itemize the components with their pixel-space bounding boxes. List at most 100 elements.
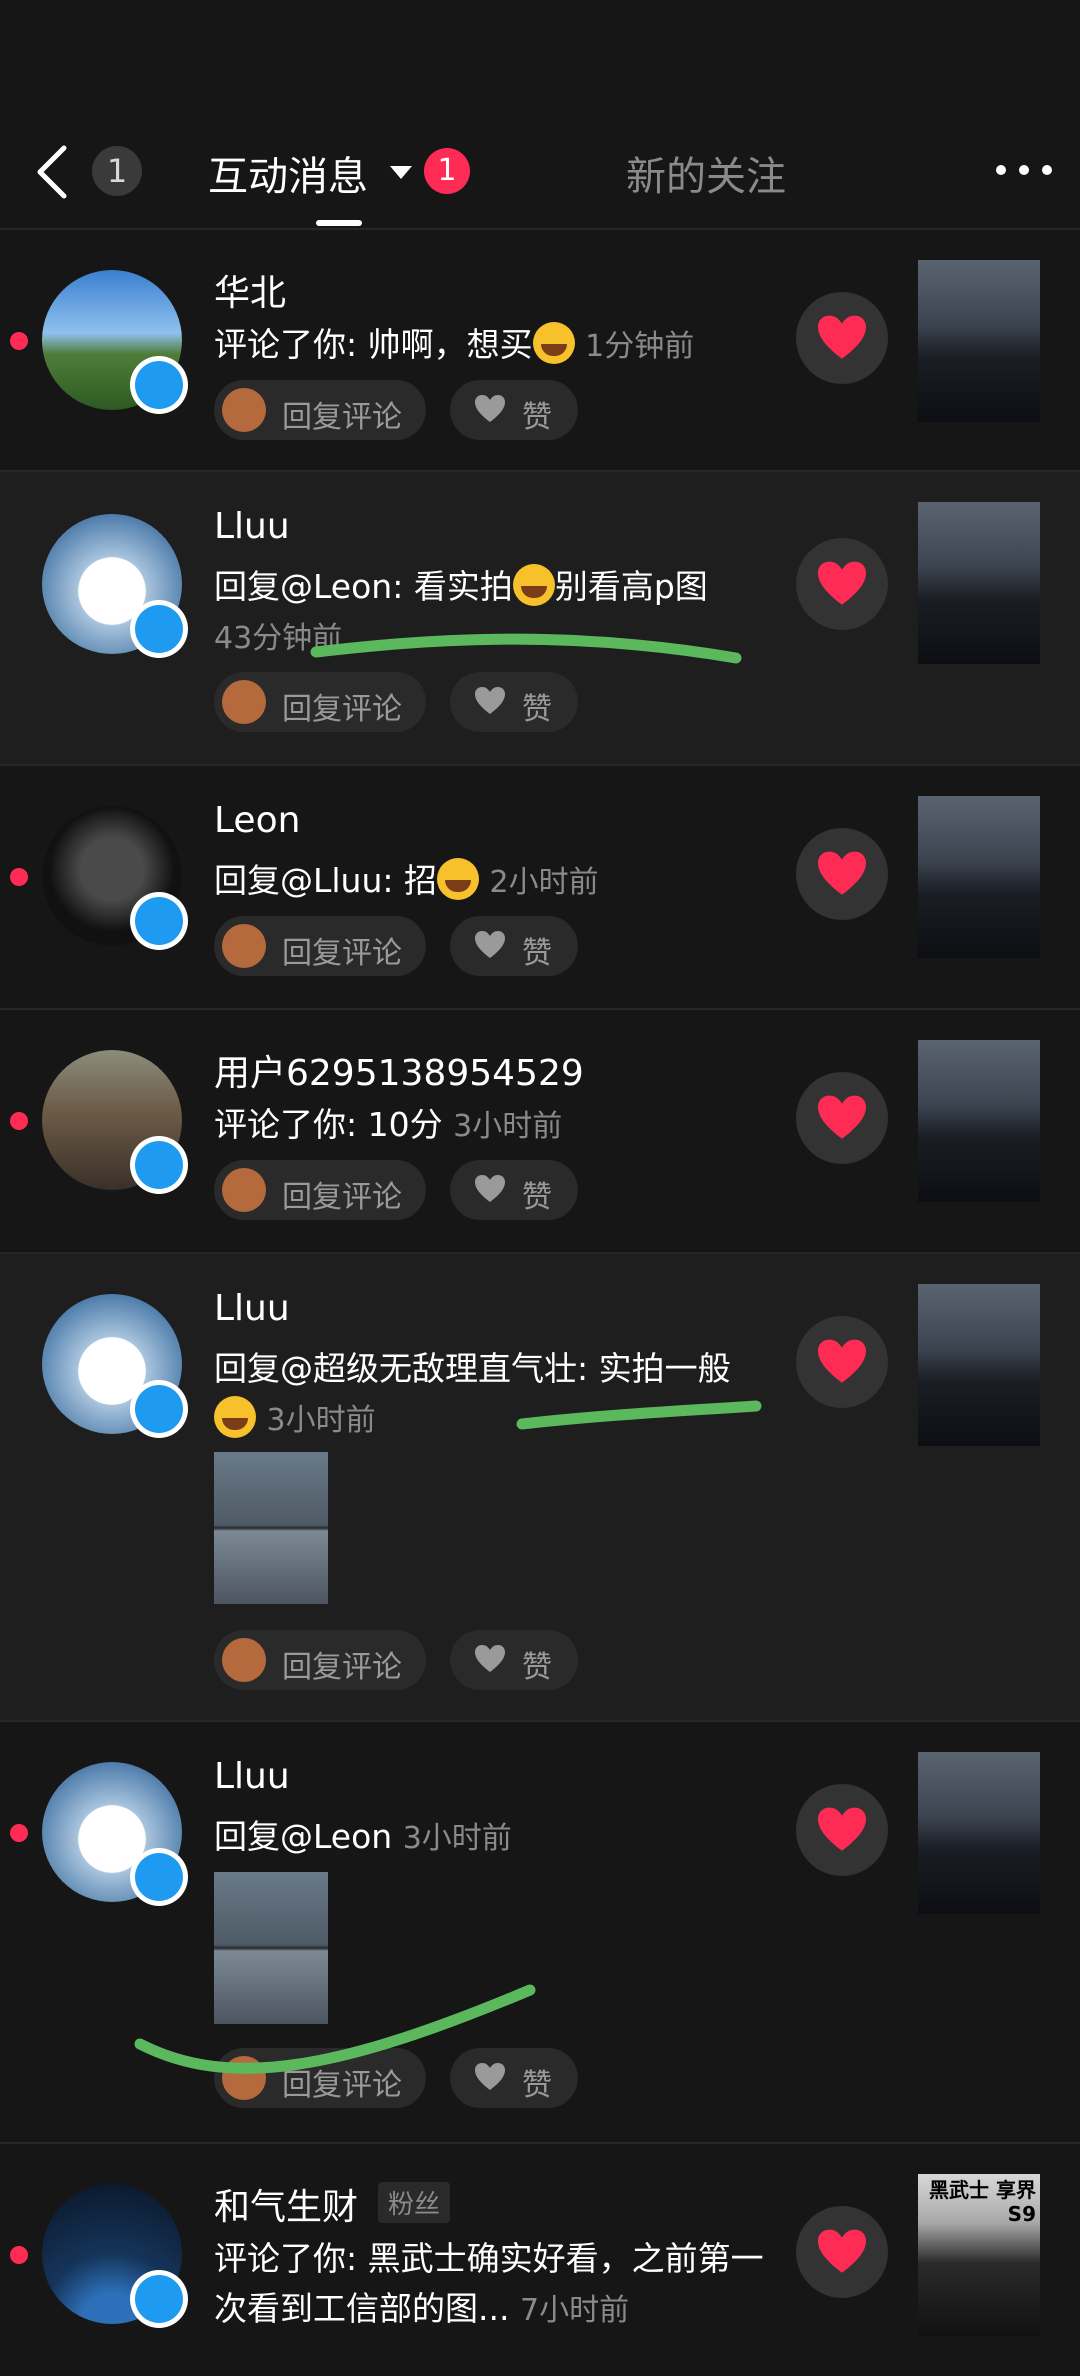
message-badge-icon <box>130 356 188 414</box>
user-name[interactable]: 用户6295138954529 <box>214 1044 584 1096</box>
laugh-cry-emoji-icon <box>437 858 479 900</box>
reply-comment-button[interactable]: 回复评论 <box>214 2048 426 2108</box>
heart-outline-icon <box>475 1645 505 1672</box>
my-avatar <box>222 924 266 968</box>
heart-icon <box>818 315 866 359</box>
like-button[interactable] <box>796 292 888 384</box>
my-avatar <box>222 1168 266 1212</box>
unread-dot <box>10 1824 28 1842</box>
user-name[interactable]: Lluu <box>214 506 290 547</box>
message-badge-icon <box>130 2270 188 2328</box>
attached-image[interactable] <box>214 1452 328 1604</box>
heart-icon <box>818 851 866 895</box>
heart-icon <box>818 1095 866 1139</box>
heart-outline-icon <box>475 1175 505 1202</box>
tab-new-follows[interactable]: 新的关注 <box>626 144 786 202</box>
video-thumbnail[interactable] <box>918 1752 1040 1914</box>
message-badge-icon <box>130 1380 188 1438</box>
notification-item[interactable]: Lluu 回复@超级无敌理直气壮: 实拍一般 3小时前 回复评论 赞 <box>0 1254 1080 1720</box>
timestamp: 3小时前 <box>402 1821 512 1856</box>
my-avatar <box>222 2056 266 2100</box>
like-comment-button[interactable]: 赞 <box>450 1630 578 1690</box>
timestamp: 3小时前 <box>453 1109 563 1144</box>
more-icon[interactable] <box>996 160 1052 180</box>
like-button[interactable] <box>796 2206 888 2298</box>
video-thumbnail[interactable] <box>918 1040 1040 1202</box>
notification-item[interactable]: Leon 回复@Lluu: 招 2小时前 回复评论 赞 <box>0 766 1080 1008</box>
notification-item[interactable]: 和气生财 粉丝 评论了你: 黑武士确实好看，之前第一次看到工信部的图... 7小… <box>0 2144 1080 2376</box>
like-button[interactable] <box>796 1072 888 1164</box>
timestamp: 2小时前 <box>489 865 599 900</box>
heart-outline-icon <box>475 931 505 958</box>
video-thumbnail[interactable] <box>918 260 1040 422</box>
timestamp: 43分钟前 <box>214 621 343 656</box>
comment-text: 评论了你: 黑武士确实好看，之前第一次看到工信部的图... 7小时前 <box>214 2239 764 2328</box>
message-badge-icon <box>130 1136 188 1194</box>
notification-item[interactable]: Lluu 回复@Leon: 看实拍 别看高p图 43分钟前 回复评论 赞 <box>0 472 1080 764</box>
my-avatar <box>222 680 266 724</box>
timestamp: 3小时前 <box>266 1403 376 1438</box>
notification-item[interactable]: 华北 评论了你: 帅啊，想买 1分钟前 回复评论 赞 <box>0 230 1080 470</box>
like-button[interactable] <box>796 828 888 920</box>
reply-comment-button[interactable]: 回复评论 <box>214 916 426 976</box>
like-comment-button[interactable]: 赞 <box>450 380 578 440</box>
like-comment-button[interactable]: 赞 <box>450 672 578 732</box>
back-arrow-icon[interactable] <box>30 142 82 202</box>
comment-text: 回复@Leon: 看实拍 别看高p图 43分钟前 <box>214 562 774 664</box>
message-badge-icon <box>130 1848 188 1906</box>
comment-text: 评论了你: 10分 3小时前 <box>214 1105 563 1144</box>
attached-image[interactable] <box>214 1872 328 2024</box>
video-thumbnail[interactable] <box>918 1284 1040 1446</box>
comment-text: 回复@Lluu: 招 2小时前 <box>214 856 774 908</box>
unread-dot <box>10 332 28 350</box>
like-button[interactable] <box>796 1316 888 1408</box>
tab-interactions[interactable]: 互动消息 <box>208 144 368 202</box>
my-avatar <box>222 1638 266 1682</box>
video-thumbnail[interactable] <box>918 502 1040 664</box>
user-name[interactable]: Lluu <box>214 1288 290 1329</box>
comment-text: 回复@超级无敌理直气壮: 实拍一般 3小时前 <box>214 1349 731 1438</box>
heart-outline-icon <box>475 687 505 714</box>
laugh-cry-emoji-icon <box>532 322 575 364</box>
user-name[interactable]: 华北 <box>214 264 286 316</box>
video-thumbnail[interactable]: 黑武士 享界S9 <box>918 2174 1040 2336</box>
thumbnail-caption: 黑武士 享界S9 <box>929 2178 1036 2226</box>
like-button[interactable] <box>796 1784 888 1876</box>
heart-outline-icon <box>475 2063 505 2090</box>
user-name[interactable]: Lluu <box>214 1756 290 1797</box>
like-comment-button[interactable]: 赞 <box>450 2048 578 2108</box>
heart-outline-icon <box>475 395 505 422</box>
user-name[interactable]: Leon <box>214 800 300 841</box>
heart-icon <box>818 1339 866 1383</box>
caret-down-icon[interactable] <box>390 166 412 179</box>
tab-unread-badge: 1 <box>424 148 470 194</box>
notification-item[interactable]: 用户6295138954529 评论了你: 10分 3小时前 回复评论 赞 <box>0 1010 1080 1252</box>
reply-comment-button[interactable]: 回复评论 <box>214 380 426 440</box>
top-bar: 1 互动消息 1 新的关注 <box>0 0 1080 230</box>
timestamp: 1分钟前 <box>585 329 695 364</box>
unread-dot <box>10 868 28 886</box>
back-unread-count: 1 <box>92 146 142 196</box>
reply-comment-button[interactable]: 回复评论 <box>214 1160 426 1220</box>
unread-dot <box>10 2246 28 2264</box>
timestamp: 7小时前 <box>519 2293 630 2328</box>
like-button[interactable] <box>796 538 888 630</box>
message-badge-icon <box>130 600 188 658</box>
heart-icon <box>818 2229 866 2273</box>
reply-comment-button[interactable]: 回复评论 <box>214 1630 426 1690</box>
heart-icon <box>818 561 866 605</box>
message-badge-icon <box>130 892 188 950</box>
video-thumbnail[interactable] <box>918 796 1040 958</box>
heart-icon <box>818 1807 866 1851</box>
like-comment-button[interactable]: 赞 <box>450 1160 578 1220</box>
comment-text: 回复@Leon 3小时前 <box>214 1817 512 1856</box>
like-comment-button[interactable]: 赞 <box>450 916 578 976</box>
fan-tag: 粉丝 <box>378 2182 451 2223</box>
notification-item[interactable]: Lluu 回复@Leon 3小时前 回复评论 赞 <box>0 1722 1080 2142</box>
user-name[interactable]: 和气生财 <box>214 2178 358 2230</box>
laugh-cry-emoji-icon <box>512 564 555 606</box>
laugh-cry-emoji-icon <box>214 1396 256 1438</box>
my-avatar <box>222 388 266 432</box>
reply-comment-button[interactable]: 回复评论 <box>214 672 426 732</box>
comment-text: 评论了你: 帅啊，想买 1分钟前 <box>214 320 774 372</box>
